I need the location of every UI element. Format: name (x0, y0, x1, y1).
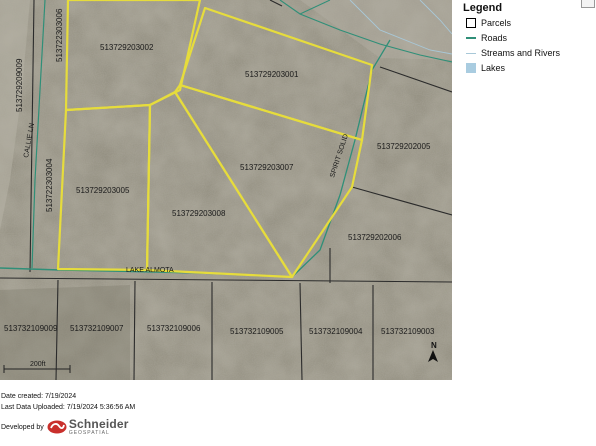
parcel-label: 513729203001 (245, 70, 299, 79)
legend-panel: Legend Parcels Roads Streams and Rivers … (457, 0, 596, 82)
legend-item-label: Lakes (481, 63, 506, 73)
parcel-label: 513729202005 (377, 142, 431, 151)
north-arrow-label: N (431, 341, 437, 350)
map-view[interactable]: 513729203002 513729203001 513729203007 5… (0, 0, 452, 380)
parcel-label: 513729209009 (15, 58, 24, 112)
legend-collapse-toggle[interactable] (581, 0, 595, 8)
parcel-label: 513729203007 (240, 163, 294, 172)
legend-item-label: Roads (481, 33, 508, 43)
legend-item-roads: Roads (466, 31, 507, 45)
logo-sub: GEOSPATIAL (68, 430, 110, 436)
map-footer: Date created: 7/19/2024 Last Data Upload… (0, 381, 460, 446)
parcel-label: 513729202006 (348, 233, 402, 242)
legend-item-parcels: Parcels (466, 16, 511, 30)
parcel-label: 513729203008 (172, 209, 226, 218)
legend-title: Legend (463, 2, 503, 14)
road-label: LAKE ALMOTA (126, 267, 174, 274)
developed-by-label: Developed by (1, 423, 44, 431)
legend-item-streams: Streams and Rivers (466, 46, 560, 60)
parcel-outline-icon (466, 18, 476, 28)
parcel-label: 513732109005 (230, 327, 284, 336)
parcel-label: 513732109009 (4, 324, 58, 333)
legend-item-label: Parcels (481, 18, 512, 28)
schneider-logo[interactable]: Schneider GEOSPATIAL (47, 418, 129, 436)
developer-credit: Developed by Schneider GEOSPATIAL (1, 418, 129, 436)
parcel-label: 513722303006 (55, 8, 64, 62)
scale-bar-label: 200ft (30, 361, 46, 368)
parcel-label: 513732109004 (309, 327, 363, 336)
lake-fill-icon (466, 63, 476, 73)
schneider-swoosh-icon (47, 420, 67, 434)
stream-line-icon (466, 52, 476, 54)
road-line-icon (466, 37, 476, 39)
legend-item-lakes: Lakes (466, 61, 505, 75)
legend-item-label: Streams and Rivers (481, 48, 561, 58)
parcel-label: 513732109003 (381, 327, 435, 336)
parcel-label: 513729203002 (100, 43, 154, 52)
parcel-label: 513722303004 (45, 158, 54, 212)
last-data-uploaded: Last Data Uploaded: 7/19/2024 5:36:56 AM (1, 404, 136, 411)
map-canvas: 513729203002 513729203001 513729203007 5… (0, 0, 452, 380)
parcel-label: 513729203005 (76, 186, 130, 195)
logo-name: Schneider (68, 417, 129, 431)
parcel-label: 513732109007 (70, 324, 124, 333)
date-created: Date created: 7/19/2024 (1, 393, 77, 400)
parcel-label: 513732109006 (147, 324, 201, 333)
